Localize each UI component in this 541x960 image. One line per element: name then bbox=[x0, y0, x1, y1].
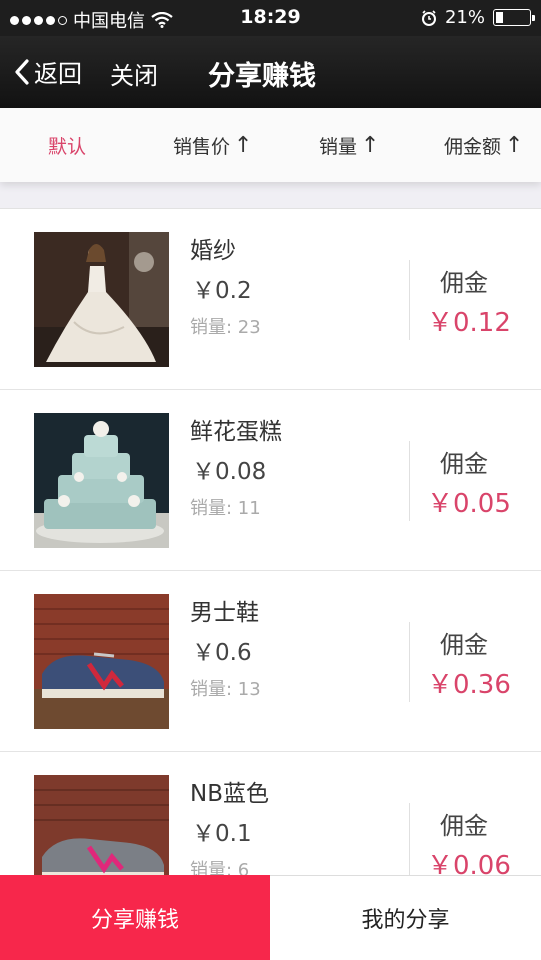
product-sales: 销量: 23 bbox=[190, 317, 261, 338]
close-button[interactable]: 关闭 bbox=[110, 56, 158, 91]
commission-value: ￥0.36 bbox=[427, 670, 511, 700]
product-item[interactable]: 婚纱 ￥0.2 销量: 23 佣金 ￥0.12 bbox=[0, 209, 541, 390]
commission-label: 佣金 bbox=[440, 631, 488, 659]
sort-sales-tab[interactable]: 销量 ↑ bbox=[319, 132, 379, 159]
sort-bar: 默认 销售价 ↑ 销量 ↑ 佣金额 ↑ bbox=[0, 108, 541, 182]
arrow-up-icon: ↑ bbox=[234, 132, 253, 158]
back-label: 返回 bbox=[34, 60, 82, 88]
bottom-tab-bar: 分享赚钱 我的分享 bbox=[0, 875, 541, 960]
commission-value: ￥0.12 bbox=[427, 308, 511, 338]
commission-label: 佣金 bbox=[440, 269, 488, 297]
product-price: ￥0.1 bbox=[192, 821, 252, 847]
sort-price-label: 销售价 bbox=[173, 136, 231, 158]
product-name: 鲜花蛋糕 bbox=[190, 419, 282, 445]
product-name: 男士鞋 bbox=[190, 600, 259, 626]
product-list[interactable]: 婚纱 ￥0.2 销量: 23 佣金 ￥0.12 鲜花蛋糕 ￥0.08 销量: 1… bbox=[0, 208, 541, 875]
sort-commission-label: 佣金额 bbox=[444, 136, 502, 158]
divider bbox=[409, 622, 410, 702]
nav-bar: 返回 关闭 分享赚钱 bbox=[0, 36, 541, 108]
page-title: 分享赚钱 bbox=[208, 61, 316, 92]
chevron-left-icon bbox=[15, 58, 29, 85]
commission-label: 佣金 bbox=[440, 450, 488, 478]
product-name: 婚纱 bbox=[190, 238, 236, 264]
arrow-up-icon: ↑ bbox=[505, 132, 524, 158]
product-image-nb-shoes bbox=[34, 775, 169, 875]
my-share-button[interactable]: 我的分享 bbox=[270, 875, 541, 960]
divider bbox=[409, 260, 410, 340]
product-sales: 销量: 6 bbox=[190, 860, 250, 875]
battery-icon bbox=[493, 9, 535, 26]
sort-sales-label: 销量 bbox=[319, 136, 358, 158]
commission-value: ￥0.06 bbox=[427, 851, 511, 875]
product-sales: 销量: 13 bbox=[190, 679, 261, 700]
product-name: NB蓝色 bbox=[190, 781, 269, 807]
status-right: 21% bbox=[421, 7, 535, 28]
product-item[interactable]: NB蓝色 ￥0.1 销量: 6 佣金 ￥0.06 bbox=[0, 752, 541, 875]
commission-label: 佣金 bbox=[440, 812, 488, 840]
product-price: ￥0.2 bbox=[192, 278, 252, 304]
product-price: ￥0.08 bbox=[192, 459, 267, 485]
sort-default-label: 默认 bbox=[48, 136, 87, 158]
battery-percent: 21% bbox=[444, 7, 485, 28]
status-bar: 中国电信 18:29 21% bbox=[0, 0, 541, 36]
product-price: ￥0.6 bbox=[192, 640, 252, 666]
product-item[interactable]: 男士鞋 ￥0.6 销量: 13 佣金 ￥0.36 bbox=[0, 571, 541, 752]
product-image-wedding-dress bbox=[34, 232, 169, 367]
product-image-flower-cake bbox=[34, 413, 169, 548]
product-image-mens-shoes bbox=[34, 594, 169, 729]
arrow-up-icon: ↑ bbox=[361, 132, 380, 158]
sort-price-tab[interactable]: 销售价 ↑ bbox=[173, 132, 252, 159]
sort-commission-tab[interactable]: 佣金额 ↑ bbox=[444, 132, 523, 159]
back-button[interactable]: 返回 bbox=[14, 54, 82, 89]
commission-value: ￥0.05 bbox=[427, 489, 511, 519]
sort-default-tab[interactable]: 默认 bbox=[48, 132, 86, 159]
alarm-icon bbox=[421, 9, 436, 26]
product-sales: 销量: 11 bbox=[190, 498, 261, 519]
share-earn-button[interactable]: 分享赚钱 bbox=[0, 875, 270, 960]
divider bbox=[409, 803, 410, 875]
product-item[interactable]: 鲜花蛋糕 ￥0.08 销量: 11 佣金 ￥0.05 bbox=[0, 390, 541, 571]
divider bbox=[409, 441, 410, 521]
